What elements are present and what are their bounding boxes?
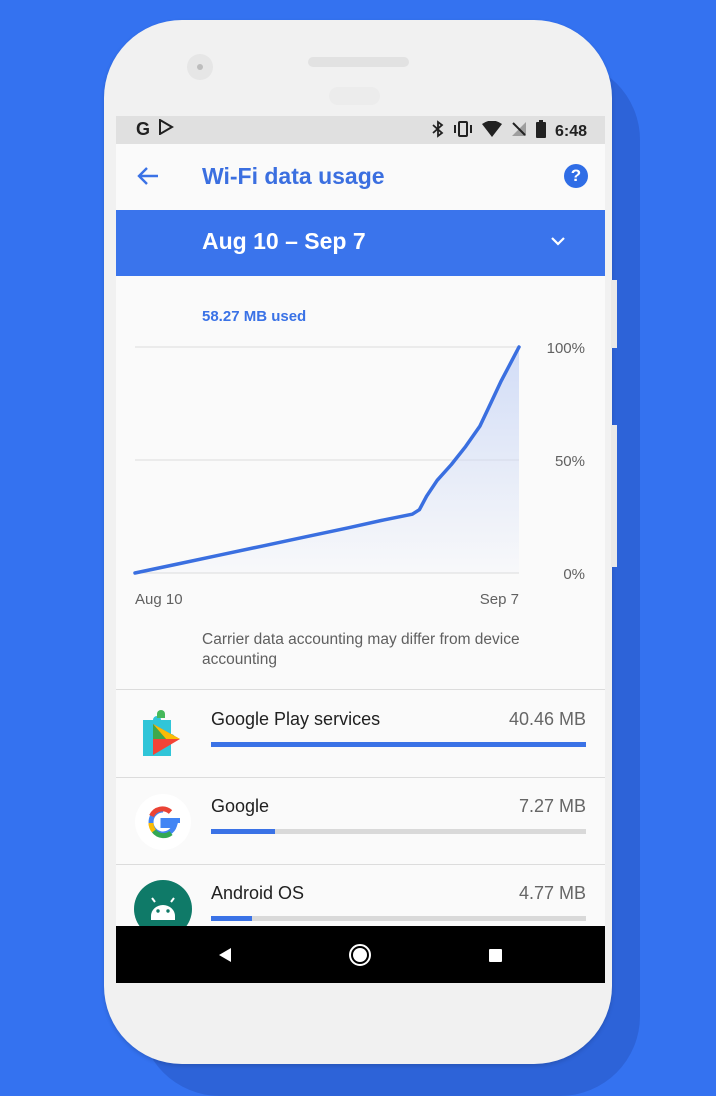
play-store-icon	[158, 118, 175, 140]
wifi-icon	[481, 120, 502, 142]
no-signal-icon	[511, 121, 527, 142]
cycle-range-label: Aug 10 – Sep 7	[202, 228, 366, 254]
help-icon[interactable]: ?	[564, 164, 588, 188]
nav-home-icon[interactable]	[346, 941, 374, 969]
bluetooth-icon	[432, 120, 444, 143]
carrier-accounting-note: Carrier data accounting may differ from …	[202, 631, 520, 668]
usage-bar-track	[211, 829, 586, 834]
side-button-volume	[611, 425, 617, 567]
side-button-power	[611, 280, 617, 348]
app-data-size: 40.46 MB	[508, 709, 586, 729]
app-name: Google Play services	[211, 709, 381, 729]
usage-bar-track	[211, 916, 586, 921]
navigation-bar	[116, 926, 605, 983]
google-g-icon: G	[136, 119, 151, 139]
app-name: Android OS	[211, 883, 305, 903]
usage-chart: 100% 50% 0% Aug 10 Sep 7	[133, 340, 585, 608]
usage-bar-fill	[211, 742, 586, 747]
y-tick-label: 50%	[555, 453, 585, 470]
nav-back-icon[interactable]	[212, 941, 240, 969]
page-title: Wi-Fi data usage	[202, 163, 385, 189]
status-time: 6:48	[554, 122, 587, 140]
data-used-label: 58.27 MB used	[202, 308, 307, 325]
google-play-services-icon	[134, 706, 192, 764]
back-arrow-icon[interactable]	[136, 163, 162, 189]
app-bar: Wi-Fi data usage ?	[116, 144, 605, 210]
status-bar: G 6:48	[116, 116, 605, 144]
vibrate-icon	[453, 121, 473, 142]
usage-bar-track	[211, 742, 586, 747]
nav-recents-icon[interactable]	[481, 941, 509, 969]
x-start-label: Aug 10	[135, 591, 183, 608]
y-tick-label: 100%	[547, 340, 585, 357]
app-usage-row[interactable]: Google Play services 40.46 MB	[116, 690, 605, 776]
chevron-down-icon	[551, 237, 565, 246]
earpiece-speaker	[308, 57, 409, 67]
front-camera	[187, 54, 213, 80]
screen: G 6:48 Wi-Fi data usage ? Aug 10 – Sep 7…	[116, 116, 605, 983]
billing-cycle-selector[interactable]: Aug 10 – Sep 7	[116, 210, 605, 276]
usage-bar-fill	[211, 916, 253, 921]
app-name: Google	[211, 796, 270, 816]
google-g-logo-icon	[134, 793, 192, 851]
battery-icon	[535, 120, 546, 143]
app-data-size: 7.27 MB	[518, 796, 586, 816]
x-end-label: Sep 7	[480, 591, 519, 608]
app-usage-row[interactable]: Google 7.27 MB	[116, 777, 605, 863]
y-tick-label: 0%	[563, 566, 585, 583]
usage-bar-fill	[211, 829, 275, 834]
app-data-size: 4.77 MB	[518, 883, 586, 903]
proximity-sensor	[329, 87, 380, 105]
